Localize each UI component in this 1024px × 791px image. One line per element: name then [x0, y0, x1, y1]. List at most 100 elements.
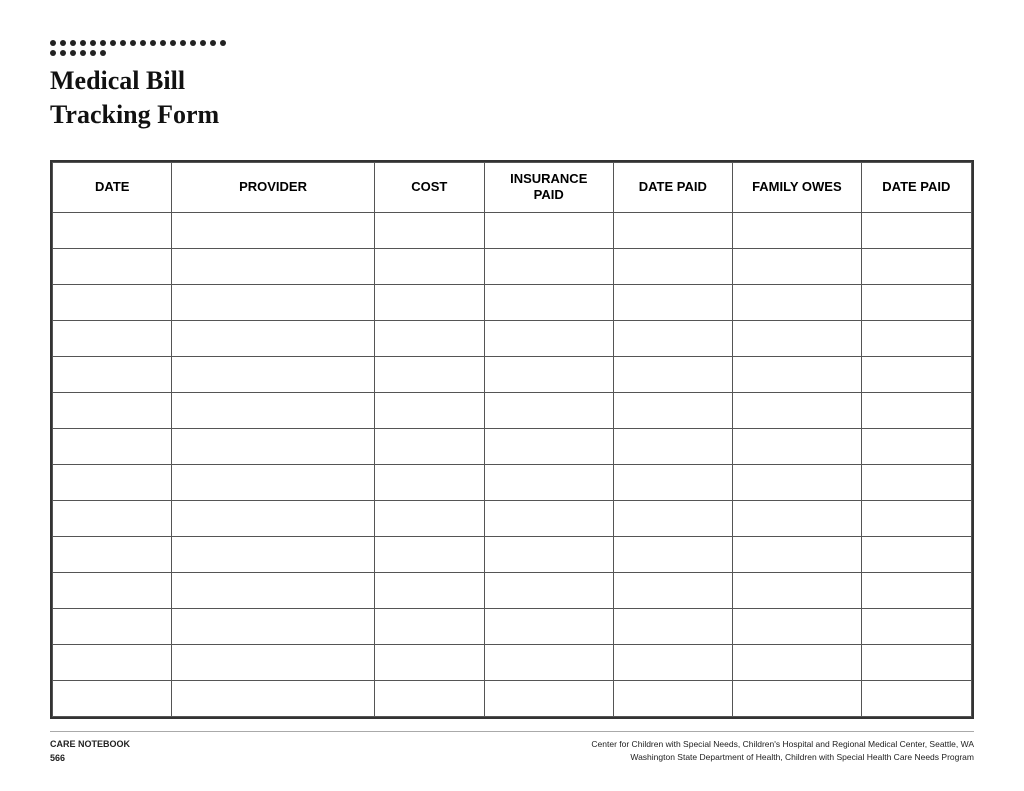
- table-cell[interactable]: [53, 501, 172, 537]
- table-cell[interactable]: [53, 609, 172, 645]
- table-cell[interactable]: [374, 357, 484, 393]
- table-cell[interactable]: [53, 429, 172, 465]
- table-cell[interactable]: [613, 429, 732, 465]
- table-cell[interactable]: [172, 285, 374, 321]
- table-cell[interactable]: [53, 213, 172, 249]
- table-cell[interactable]: [861, 285, 971, 321]
- table-cell[interactable]: [613, 321, 732, 357]
- table-cell[interactable]: [53, 321, 172, 357]
- table-cell[interactable]: [172, 465, 374, 501]
- table-cell[interactable]: [172, 393, 374, 429]
- table-cell[interactable]: [861, 609, 971, 645]
- table-cell[interactable]: [613, 393, 732, 429]
- table-cell[interactable]: [53, 393, 172, 429]
- table-cell[interactable]: [613, 645, 732, 681]
- table-cell[interactable]: [484, 249, 613, 285]
- table-cell[interactable]: [172, 501, 374, 537]
- table-cell[interactable]: [172, 357, 374, 393]
- table-cell[interactable]: [53, 573, 172, 609]
- table-cell[interactable]: [374, 465, 484, 501]
- table-cell[interactable]: [613, 249, 732, 285]
- table-cell[interactable]: [172, 609, 374, 645]
- table-cell[interactable]: [861, 645, 971, 681]
- table-cell[interactable]: [484, 357, 613, 393]
- table-cell[interactable]: [374, 501, 484, 537]
- table-cell[interactable]: [484, 465, 613, 501]
- table-cell[interactable]: [374, 609, 484, 645]
- table-cell[interactable]: [374, 429, 484, 465]
- table-cell[interactable]: [733, 609, 862, 645]
- table-cell[interactable]: [613, 357, 732, 393]
- table-cell[interactable]: [374, 645, 484, 681]
- table-cell[interactable]: [861, 537, 971, 573]
- table-cell[interactable]: [861, 501, 971, 537]
- table-cell[interactable]: [484, 213, 613, 249]
- table-cell[interactable]: [613, 213, 732, 249]
- table-cell[interactable]: [861, 465, 971, 501]
- table-cell[interactable]: [861, 393, 971, 429]
- table-cell[interactable]: [484, 321, 613, 357]
- table-cell[interactable]: [374, 681, 484, 717]
- table-cell[interactable]: [733, 357, 862, 393]
- table-cell[interactable]: [613, 681, 732, 717]
- table-cell[interactable]: [861, 321, 971, 357]
- table-cell[interactable]: [172, 213, 374, 249]
- table-cell[interactable]: [613, 573, 732, 609]
- table-cell[interactable]: [613, 537, 732, 573]
- table-cell[interactable]: [861, 357, 971, 393]
- table-cell[interactable]: [172, 537, 374, 573]
- table-cell[interactable]: [861, 249, 971, 285]
- table-cell[interactable]: [53, 645, 172, 681]
- table-cell[interactable]: [172, 573, 374, 609]
- table-cell[interactable]: [861, 573, 971, 609]
- table-cell[interactable]: [53, 537, 172, 573]
- table-cell[interactable]: [374, 537, 484, 573]
- table-cell[interactable]: [733, 501, 862, 537]
- table-cell[interactable]: [374, 573, 484, 609]
- table-cell[interactable]: [733, 645, 862, 681]
- table-cell[interactable]: [374, 321, 484, 357]
- table-cell[interactable]: [374, 249, 484, 285]
- table-cell[interactable]: [733, 393, 862, 429]
- dots-decoration: [50, 40, 230, 56]
- table-cell[interactable]: [733, 285, 862, 321]
- table-cell[interactable]: [53, 681, 172, 717]
- table-cell[interactable]: [861, 213, 971, 249]
- table-cell[interactable]: [172, 249, 374, 285]
- table-cell[interactable]: [733, 429, 862, 465]
- table-cell[interactable]: [53, 249, 172, 285]
- table-cell[interactable]: [733, 681, 862, 717]
- table-cell[interactable]: [172, 645, 374, 681]
- table-cell[interactable]: [374, 213, 484, 249]
- table-cell[interactable]: [484, 645, 613, 681]
- table-cell[interactable]: [613, 285, 732, 321]
- table-cell[interactable]: [861, 429, 971, 465]
- table-cell[interactable]: [733, 537, 862, 573]
- table-cell[interactable]: [374, 393, 484, 429]
- table-cell[interactable]: [53, 357, 172, 393]
- table-cell[interactable]: [484, 681, 613, 717]
- table-cell[interactable]: [484, 573, 613, 609]
- table-cell[interactable]: [733, 573, 862, 609]
- table-cell[interactable]: [172, 681, 374, 717]
- table-cell[interactable]: [53, 285, 172, 321]
- table-cell[interactable]: [53, 465, 172, 501]
- table-cell[interactable]: [484, 429, 613, 465]
- table-cell[interactable]: [733, 249, 862, 285]
- table-cell[interactable]: [484, 285, 613, 321]
- table-cell[interactable]: [613, 465, 732, 501]
- table-cell[interactable]: [172, 429, 374, 465]
- table-cell[interactable]: [484, 393, 613, 429]
- table-cell[interactable]: [613, 501, 732, 537]
- table-cell[interactable]: [733, 321, 862, 357]
- table-cell[interactable]: [733, 213, 862, 249]
- table-cell[interactable]: [484, 537, 613, 573]
- table-cell[interactable]: [733, 465, 862, 501]
- table-cell[interactable]: [374, 285, 484, 321]
- table-cell[interactable]: [861, 681, 971, 717]
- table-cell[interactable]: [484, 501, 613, 537]
- col-header-date-paid-1: DATE PAID: [613, 162, 732, 213]
- table-cell[interactable]: [172, 321, 374, 357]
- table-cell[interactable]: [484, 609, 613, 645]
- table-cell[interactable]: [613, 609, 732, 645]
